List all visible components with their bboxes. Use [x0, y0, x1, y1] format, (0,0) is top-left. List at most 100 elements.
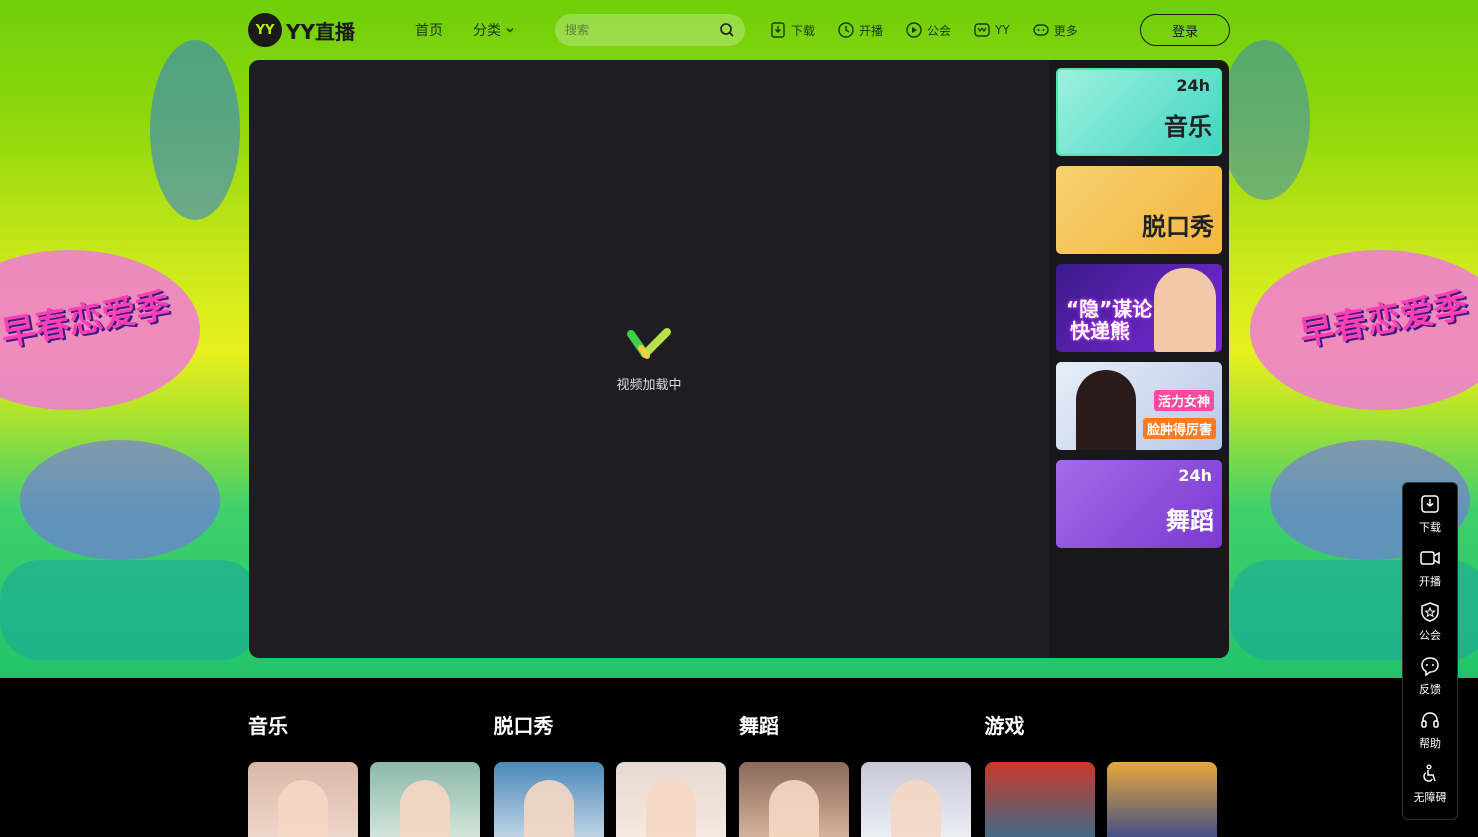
decor-blob — [0, 560, 260, 660]
banner-dance[interactable]: 24h 舞蹈 — [1056, 460, 1222, 548]
shield-star-icon — [1421, 602, 1439, 622]
decor-blob — [150, 40, 240, 220]
headset-icon — [1421, 712, 1439, 728]
floating-toolbar: 下载 开播 公会 反馈 帮助 无障碍 — [1402, 482, 1458, 820]
live-thumbnail[interactable] — [861, 762, 971, 837]
guild-icon — [906, 22, 922, 38]
float-guild[interactable]: 公会 — [1419, 601, 1441, 643]
feedback-icon — [1421, 657, 1439, 677]
float-help[interactable]: 帮助 — [1419, 709, 1441, 751]
banner-talkshow[interactable]: 脱口秀 — [1056, 166, 1222, 254]
category-talkshow: 脱口秀 — [493, 710, 740, 837]
camera-icon — [1420, 551, 1440, 565]
tool-more[interactable]: 更多 — [1032, 21, 1078, 39]
decor-blob — [20, 440, 220, 560]
nav-item-category[interactable]: 分类 — [473, 20, 515, 40]
chevron-down-icon — [506, 28, 514, 33]
tool-yy[interactable]: YY — [973, 21, 1010, 39]
banner-badge: 24h — [1176, 76, 1210, 95]
float-feedback[interactable]: 反馈 — [1419, 655, 1441, 697]
tool-label: YY — [995, 23, 1010, 37]
nav-item-label: 首页 — [414, 23, 443, 39]
banner-express-bear[interactable]: “隐”谋论 快递熊 — [1056, 264, 1222, 352]
banner-tag: 活力女神 — [1153, 390, 1214, 411]
float-label: 帮助 — [1419, 737, 1441, 750]
tool-guild[interactable]: 公会 — [905, 21, 951, 39]
login-button[interactable]: 登录 — [1140, 14, 1230, 46]
streamer-image — [400, 780, 450, 837]
channel-banner-list: 24h 音乐 脱口秀 “隐”谋论 快递熊 活力女神 脸肿得厉害 24h 舞蹈 — [1049, 60, 1229, 658]
top-header: YY YY直播 首页 分类 下载 开播 — [248, 12, 1230, 48]
banner-tag: 脸肿得厉害 — [1142, 418, 1216, 439]
accessibility-icon — [1423, 764, 1436, 782]
banner-label: 音乐 — [1164, 113, 1212, 141]
float-accessibility[interactable]: 无障碍 — [1414, 763, 1447, 805]
category-thumbs — [248, 762, 494, 837]
float-label: 开播 — [1419, 575, 1441, 588]
category-title[interactable]: 游戏 — [985, 710, 1231, 742]
tool-broadcast[interactable]: 开播 — [837, 21, 883, 39]
loading-icon — [627, 327, 671, 359]
page: 早春恋爱季 早春恋爱季 YY YY直播 首页 分类 下载 — [0, 0, 1478, 837]
broadcast-icon — [838, 22, 854, 38]
category-sections: 音乐 脱口秀 舞蹈 游戏 — [248, 710, 1230, 837]
yy-icon — [974, 23, 990, 37]
category-thumbs — [493, 762, 740, 837]
category-thumbs — [984, 762, 1231, 837]
float-broadcast[interactable]: 开播 — [1419, 547, 1441, 589]
banner-label-second: 快递熊 — [1070, 319, 1130, 343]
download-icon — [771, 22, 785, 38]
live-thumbnail[interactable] — [370, 762, 480, 837]
category-title[interactable]: 音乐 — [248, 710, 494, 742]
decor-blob — [1220, 40, 1310, 200]
nav-item-home[interactable]: 首页 — [415, 20, 443, 40]
nav-item-label: 分类 — [472, 23, 501, 39]
streamer-image — [769, 780, 819, 837]
tool-download[interactable]: 下载 — [769, 21, 815, 39]
category-title[interactable]: 舞蹈 — [739, 710, 985, 742]
search-icon[interactable] — [719, 22, 735, 38]
streamer-image — [523, 780, 574, 837]
streamer-image — [278, 780, 328, 837]
category-music: 音乐 — [248, 710, 494, 837]
live-thumbnail[interactable] — [248, 762, 358, 837]
loading-text: 视频加载中 — [616, 377, 682, 393]
banner-person-image — [1076, 370, 1136, 450]
float-label: 无障碍 — [1413, 791, 1447, 804]
category-game: 游戏 — [984, 710, 1231, 837]
float-label: 公会 — [1419, 629, 1441, 642]
logo-mark: YY — [248, 13, 282, 47]
banner-music[interactable]: 24h 音乐 — [1056, 68, 1222, 156]
category-thumbs — [739, 762, 985, 837]
live-thumbnail[interactable] — [615, 762, 726, 837]
banner-label: 脱口秀 — [1142, 213, 1214, 241]
streamer-image — [645, 780, 696, 837]
logo[interactable]: YY YY直播 — [248, 13, 355, 47]
banner-label: 舞蹈 — [1166, 507, 1214, 535]
banner-goddess[interactable]: 活力女神 脸肿得厉害 — [1056, 362, 1222, 450]
logo-text: YY直播 — [286, 19, 355, 44]
live-thumbnail[interactable] — [1106, 762, 1217, 837]
float-label: 下载 — [1419, 521, 1441, 534]
main-nav: 首页 分类 — [415, 20, 515, 40]
banner-badge: 24h — [1178, 466, 1212, 485]
live-player: 视频加载中 24h 音乐 脱口秀 “隐”谋论 快递熊 活力女神 脸肿得厉害 24… — [249, 60, 1229, 658]
category-dance: 舞蹈 — [739, 710, 985, 837]
banner-person-image — [1154, 268, 1216, 352]
tool-label: 更多 — [1053, 23, 1078, 38]
tool-label: 开播 — [858, 23, 883, 38]
streamer-image — [891, 780, 941, 837]
search-input[interactable] — [564, 23, 719, 37]
header-tools: 下载 开播 公会 YY 更多 — [769, 21, 1078, 39]
tool-label: 公会 — [927, 23, 952, 38]
float-label: 反馈 — [1419, 683, 1441, 696]
video-area[interactable]: 视频加载中 — [249, 60, 1049, 658]
more-icon — [1032, 24, 1049, 36]
tool-label: 下载 — [790, 23, 815, 38]
category-title[interactable]: 脱口秀 — [494, 710, 740, 742]
float-download[interactable]: 下载 — [1419, 493, 1441, 535]
live-thumbnail[interactable] — [739, 762, 849, 837]
live-thumbnail[interactable] — [493, 762, 604, 837]
search-box — [554, 14, 745, 46]
live-thumbnail[interactable] — [984, 762, 1095, 837]
